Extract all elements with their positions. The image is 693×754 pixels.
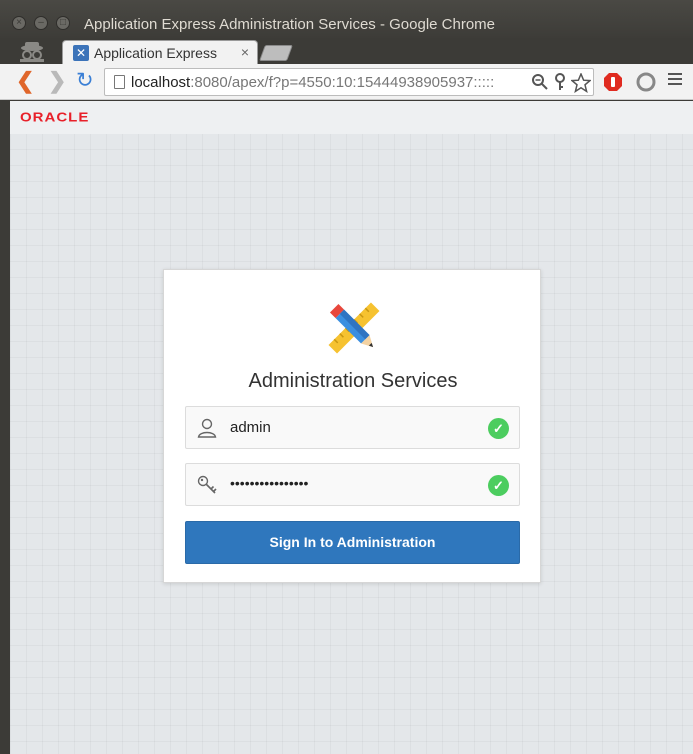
zoom-icon[interactable]: [531, 73, 549, 91]
extension-circle-icon[interactable]: [636, 72, 656, 92]
key-icon: [197, 475, 217, 494]
tab-strip: ✕ Application Express ×: [0, 38, 693, 64]
login-card: Administration Services admin ✓ ••••••••…: [163, 269, 541, 583]
maximize-window-icon[interactable]: □: [56, 16, 70, 30]
window-title: Application Express Administration Servi…: [84, 16, 496, 33]
forward-arrow-icon[interactable]: ❯: [48, 70, 66, 92]
window-titlebar: × – □ Application Express Administration…: [0, 0, 693, 38]
browser-toolbar: ❮ ❯ ↻ localhost:8080/apex/f?p=4550:10:15…: [0, 64, 693, 100]
page-icon: [114, 75, 125, 89]
pencil-ruler-icon: [328, 302, 380, 354]
sign-in-button[interactable]: Sign In to Administration: [185, 521, 520, 564]
apex-favicon-icon: ✕: [73, 45, 89, 61]
tab-title: Application Express: [94, 45, 217, 61]
chrome-menu-icon[interactable]: [668, 73, 682, 87]
address-bar[interactable]: localhost:8080/apex/f?p=4550:10:15444938…: [104, 68, 594, 96]
check-icon: ✓: [488, 475, 509, 496]
reload-icon[interactable]: ↻: [76, 70, 94, 92]
user-icon: [197, 418, 217, 438]
url-text[interactable]: localhost:8080/apex/f?p=4550:10:15444938…: [131, 74, 523, 91]
new-tab-button[interactable]: [259, 45, 293, 61]
back-arrow-icon[interactable]: ❮: [16, 70, 34, 92]
tab-close-icon[interactable]: ×: [241, 44, 249, 60]
check-icon: ✓: [488, 418, 509, 439]
bookmark-star-icon[interactable]: [571, 73, 591, 93]
close-window-icon[interactable]: ×: [12, 16, 26, 30]
page-header: ORACLE: [10, 101, 693, 134]
username-field[interactable]: admin ✓: [185, 406, 520, 449]
minimize-window-icon[interactable]: –: [34, 16, 48, 30]
key-icon[interactable]: [553, 73, 567, 91]
page-content: ORACLE Administration Services admin ✓ •…: [10, 101, 693, 754]
login-title: Administration Services: [248, 370, 458, 392]
password-field[interactable]: •••••••••••••••• ✓: [185, 463, 520, 506]
oracle-logo: ORACLE: [20, 110, 90, 125]
password-value[interactable]: ••••••••••••••••: [230, 475, 308, 491]
username-value[interactable]: admin: [230, 419, 271, 436]
adblock-icon[interactable]: [603, 72, 623, 92]
incognito-icon: [20, 42, 44, 62]
tab-apex[interactable]: ✕ Application Express ×: [62, 40, 258, 64]
